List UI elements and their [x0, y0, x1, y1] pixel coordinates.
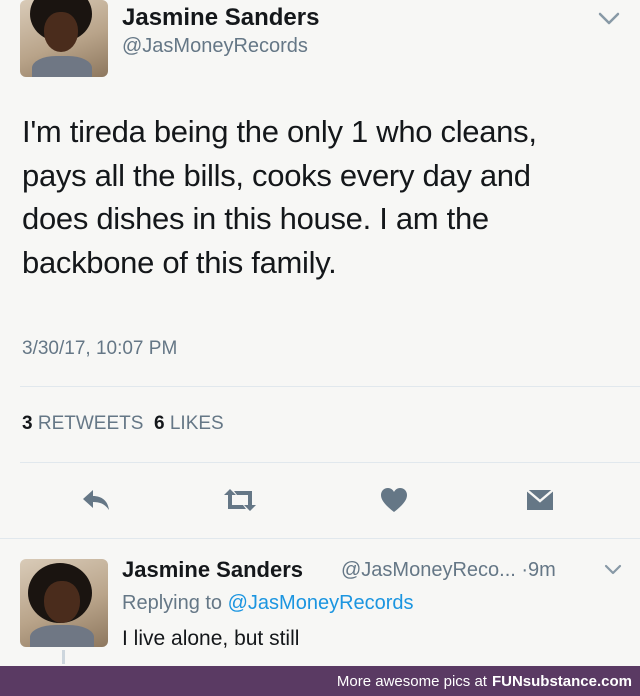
- retweets-label[interactable]: RETWEETS: [38, 413, 144, 434]
- message-icon: [526, 489, 554, 510]
- like-icon: [381, 488, 407, 512]
- divider: [20, 462, 640, 463]
- reply-avatar[interactable]: [20, 559, 108, 647]
- thread-connector-line: [62, 650, 65, 664]
- author-name[interactable]: Jasmine Sanders: [122, 4, 319, 32]
- watermark-footer: More awesome pics at FUNsubstance.com: [0, 666, 640, 696]
- tweet-text: I'm tireda being the only 1 who cleans, …: [22, 110, 622, 284]
- tweet-text-line: backbone of this family.: [22, 244, 337, 280]
- footer-brand[interactable]: FUNsubstance.com: [492, 673, 632, 690]
- retweet-button[interactable]: [220, 480, 260, 520]
- likes-count[interactable]: 6: [154, 413, 165, 434]
- reply-button[interactable]: [76, 480, 116, 520]
- reply-handle-text[interactable]: @JasMoneyReco...: [341, 559, 516, 581]
- message-button[interactable]: [520, 480, 560, 520]
- reply-time[interactable]: ·9m: [521, 559, 555, 581]
- author-avatar[interactable]: [20, 0, 108, 77]
- divider: [20, 386, 640, 387]
- replying-prefix: Replying to: [122, 592, 223, 614]
- likes-label[interactable]: LIKES: [170, 413, 224, 434]
- tweet-text-line: I'm tireda being the only 1 who cleans,: [22, 114, 537, 149]
- tweet-text-line: pays all the bills, cooks every day and: [22, 157, 531, 193]
- tweet-timestamp[interactable]: 3/30/17, 10:07 PM: [22, 338, 177, 360]
- reply-author-handle: @JasMoneyReco... ·9m: [341, 559, 556, 582]
- divider: [0, 538, 640, 539]
- chevron-down-icon[interactable]: [598, 12, 620, 26]
- reply-icon: [83, 490, 109, 510]
- like-button[interactable]: [374, 480, 414, 520]
- tweet-text-line: does dishes in this house. I am the: [22, 201, 489, 236]
- retweets-count[interactable]: 3: [22, 413, 33, 434]
- chevron-down-icon[interactable]: [604, 564, 622, 576]
- replying-to: Replying to @JasMoneyRecords: [122, 592, 414, 615]
- tweet-stats: 3 RETWEETS 6 LIKES: [22, 413, 224, 435]
- reply-text: I live alone, but still: [122, 627, 300, 650]
- retweet-icon: [224, 489, 256, 511]
- footer-text: More awesome pics at: [336, 672, 487, 690]
- reply-author-name[interactable]: Jasmine Sanders: [122, 557, 303, 583]
- replying-handle-link[interactable]: @JasMoneyRecords: [228, 592, 414, 614]
- author-handle[interactable]: @JasMoneyRecords: [122, 35, 308, 58]
